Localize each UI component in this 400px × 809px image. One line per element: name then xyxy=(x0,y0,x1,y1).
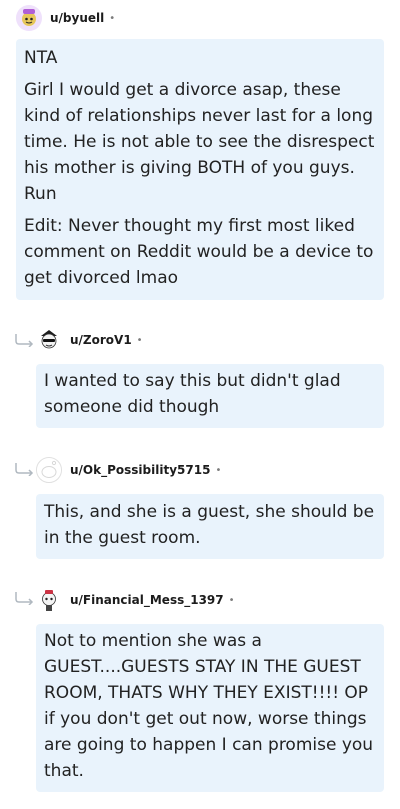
user-avatar[interactable] xyxy=(16,5,42,31)
user-avatar[interactable] xyxy=(36,587,62,613)
comment-text: I wanted to say this but didn't glad som… xyxy=(44,371,341,417)
comment-byuell: u/byuell • NTA Girl I would get a divorc… xyxy=(16,3,384,300)
username[interactable]: u/Financial_Mess_1397 xyxy=(70,593,224,607)
user-avatar[interactable] xyxy=(36,457,62,483)
comment-body: This, and she is a guest, she should be … xyxy=(36,494,384,559)
separator-dot: • xyxy=(215,464,222,476)
snoo-avatar-icon xyxy=(36,587,62,613)
comment-text: This, and she is a guest, she should be … xyxy=(44,502,375,548)
reply-arrow-icon xyxy=(15,334,34,347)
comment-text: Girl I would get a divorce asap, these k… xyxy=(24,80,375,204)
reply-arrow-icon xyxy=(15,592,34,605)
comment-header: u/byuell • xyxy=(16,3,384,33)
comment-ok-possibility5715: u/Ok_Possibility5715 • This, and she is … xyxy=(36,455,384,559)
snoo-avatar-icon xyxy=(36,327,62,353)
separator-dot: • xyxy=(109,12,116,24)
comment-text: Edit: Never thought my first most liked … xyxy=(24,216,374,288)
comment-text: Not to mention she was a GUEST....GUESTS… xyxy=(44,631,374,781)
comment-header: u/Ok_Possibility5715 • xyxy=(36,455,384,485)
separator-dot: • xyxy=(136,334,143,346)
reply-arrow-icon xyxy=(15,463,34,476)
comment-header: u/ZoroV1 • xyxy=(36,325,384,355)
comment-financial-mess-1397: u/Financial_Mess_1397 • Not to mention s… xyxy=(36,585,384,792)
username[interactable]: u/ZoroV1 xyxy=(70,333,132,347)
username[interactable]: u/Ok_Possibility5715 xyxy=(70,463,210,477)
comment-text: NTA xyxy=(24,48,58,68)
comment-body: I wanted to say this but didn't glad som… xyxy=(36,364,384,428)
comment-body: NTA Girl I would get a divorce asap, the… xyxy=(16,39,384,300)
comment-zorov1: u/ZoroV1 • I wanted to say this but didn… xyxy=(36,325,384,428)
comment-header: u/Financial_Mess_1397 • xyxy=(36,585,384,615)
username[interactable]: u/byuell xyxy=(50,11,104,25)
user-avatar[interactable] xyxy=(36,327,62,353)
default-avatar-icon xyxy=(37,458,61,482)
comment-body: Not to mention she was a GUEST....GUESTS… xyxy=(36,624,384,792)
separator-dot: • xyxy=(228,594,235,606)
snoo-avatar-icon xyxy=(16,5,42,31)
